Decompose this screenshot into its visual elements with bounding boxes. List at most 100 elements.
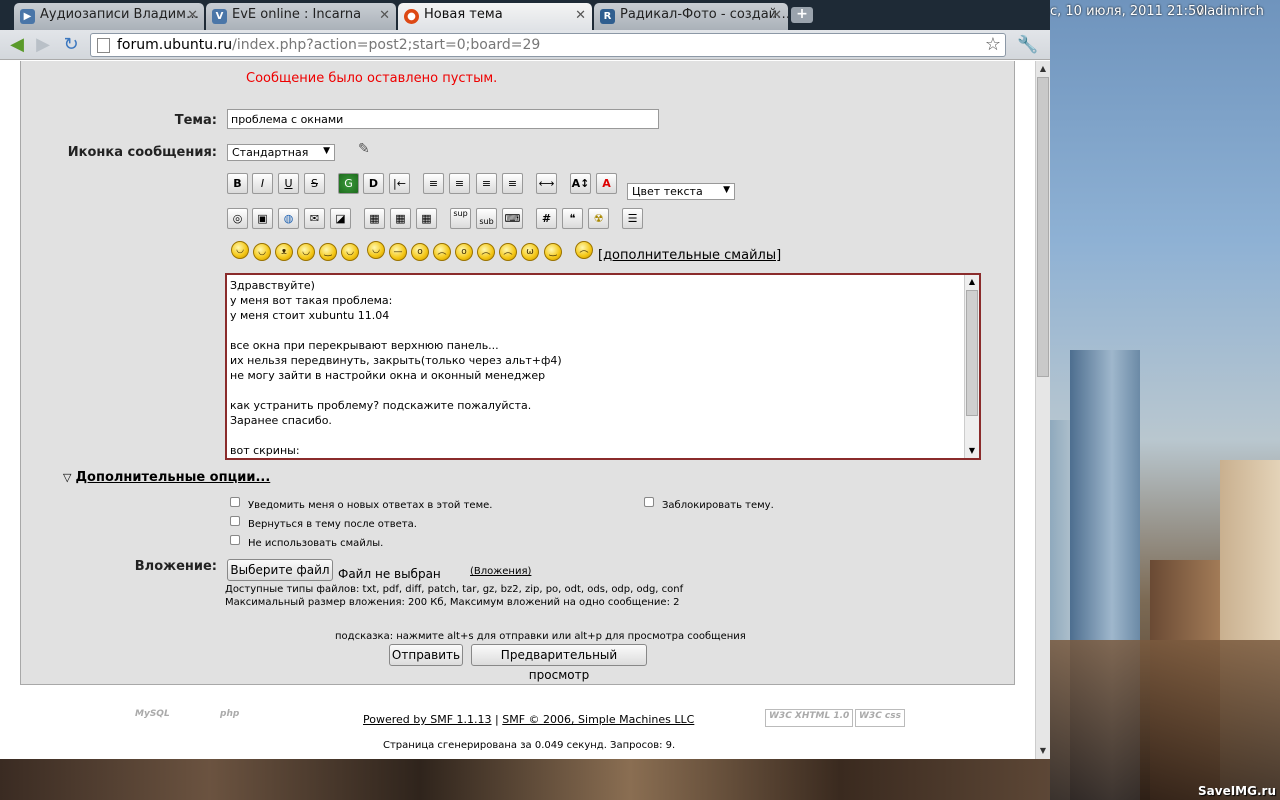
quote-button[interactable]: ❝	[562, 208, 583, 229]
reload-icon[interactable]: ↻	[60, 34, 82, 56]
tab-radikal[interactable]: R Радикал-Фото - создай… ✕	[594, 3, 788, 30]
list-button[interactable]: ☰	[622, 208, 643, 229]
footer-links: Powered by SMF 1.1.13 | SMF © 2006, Simp…	[363, 713, 694, 726]
table-row-button[interactable]: ▦	[390, 208, 411, 229]
return-checkbox[interactable]	[230, 516, 240, 526]
close-tab-icon[interactable]: ✕	[379, 8, 390, 23]
subject-input[interactable]	[227, 109, 659, 129]
mysql-badge[interactable]: MySQL	[135, 709, 170, 727]
tab-title: Аудиозаписи Владим…	[40, 7, 199, 22]
subscript-button[interactable]: sub	[476, 208, 497, 229]
tab-audio[interactable]: ▶ Аудиозаписи Владим… ✕	[14, 3, 204, 30]
tab-title: Радикал-Фото - создай…	[620, 7, 788, 22]
text-color-select[interactable]: Цвет текста ▼	[627, 183, 735, 200]
scroll-up-icon[interactable]: ▲	[965, 275, 979, 289]
wrench-icon[interactable]: 🔧	[1017, 35, 1038, 55]
keyboard-hint: подсказка: нажмите alt+s для отправки ил…	[335, 631, 746, 642]
wallpaper-city	[1050, 640, 1280, 800]
align-left-button[interactable]: ≡	[449, 173, 470, 194]
align-right-button[interactable]: ≡	[502, 173, 523, 194]
smiley-icon[interactable]: ◡	[297, 243, 315, 261]
smiley-icon[interactable]: ◡	[341, 243, 359, 261]
table-button[interactable]: ▦	[364, 208, 385, 229]
notify-checkbox[interactable]	[230, 497, 240, 507]
page-content: Сообщение было оставлено пустым. Тема: И…	[0, 61, 1035, 759]
smiley-icon[interactable]: o	[455, 243, 473, 261]
panel-user[interactable]: vladimirch	[1196, 4, 1264, 19]
collapse-triangle-icon: ▽	[63, 471, 72, 484]
close-tab-icon[interactable]: ✕	[187, 8, 198, 23]
font-face-button[interactable]: A	[596, 173, 617, 194]
attachments-link[interactable]: (Вложения)	[470, 566, 531, 577]
ftp-button[interactable]: ◪	[330, 208, 351, 229]
tab-title: EvE online : Incarna	[232, 7, 362, 22]
back-arrow-icon[interactable]: ◀	[6, 34, 28, 56]
copyright-link[interactable]: SMF © 2006, Simple Machines LLC	[502, 713, 694, 726]
message-icon-select[interactable]: Стандартная ▼	[227, 144, 335, 161]
submit-button[interactable]: Отправить	[389, 644, 463, 666]
smiley-icon[interactable]: o	[411, 243, 429, 261]
more-options-toggle[interactable]: ▽ Дополнительные опции...	[63, 470, 270, 485]
image-button[interactable]: ▣	[252, 208, 273, 229]
dropdown-arrow-icon: ▼	[323, 146, 330, 156]
strike-button[interactable]: S	[304, 173, 325, 194]
php-badge[interactable]: php	[220, 709, 239, 727]
new-tab-button[interactable]: +	[791, 7, 813, 23]
textarea-scrollbar[interactable]: ▲ ▼	[964, 275, 979, 458]
flash-button[interactable]: ◎	[227, 208, 248, 229]
bookmark-star-icon[interactable]: ☆	[985, 34, 1001, 56]
smiley-icon[interactable]: ︵	[575, 241, 593, 259]
spoiler-button[interactable]: ☢	[588, 208, 609, 229]
smiley-icon[interactable]: ︵	[477, 243, 495, 261]
scroll-thumb[interactable]	[1037, 77, 1049, 377]
tab-eve[interactable]: V EvE online : Incarna ✕	[206, 3, 396, 30]
address-bar[interactable]: forum.ubuntu.ru/index.php?action=post2;s…	[90, 33, 1006, 57]
close-tab-icon[interactable]: ✕	[575, 8, 586, 23]
font-size-button[interactable]: A↕	[570, 173, 591, 194]
smiley-icon[interactable]: ‿	[544, 243, 562, 261]
code-button[interactable]: #	[536, 208, 557, 229]
align-center-button[interactable]: ≡	[476, 173, 497, 194]
lock-checkbox[interactable]	[644, 497, 654, 507]
table-cell-button[interactable]: ▦	[416, 208, 437, 229]
panel-clock[interactable]: с, 10 июля, 2011 21:50	[1050, 4, 1205, 19]
smiley-icon[interactable]: ◡	[231, 241, 249, 259]
close-tab-icon[interactable]: ✕	[771, 8, 782, 23]
page-scrollbar[interactable]: ▲ ▼	[1035, 61, 1050, 759]
smiley-icon[interactable]: ︵	[433, 243, 451, 261]
scroll-down-icon[interactable]: ▼	[965, 444, 979, 458]
pre-button[interactable]: ≡	[423, 173, 444, 194]
teletype-button[interactable]: ⌨	[502, 208, 523, 229]
email-button[interactable]: ✉	[304, 208, 325, 229]
more-smileys-link[interactable]: [дополнительные смайлы]	[598, 248, 781, 263]
smiley-icon[interactable]: ᴥ	[275, 243, 293, 261]
smiley-icon[interactable]: ‿	[319, 243, 337, 261]
glow-button[interactable]: G	[338, 173, 359, 194]
powered-by-link[interactable]: Powered by SMF 1.1.13	[363, 713, 492, 726]
smiley-icon[interactable]: —	[389, 243, 407, 261]
scroll-down-icon[interactable]: ▼	[1036, 744, 1050, 758]
choose-file-button[interactable]: Выберите файл	[227, 559, 333, 581]
css-badge[interactable]: W3C css	[855, 709, 905, 727]
xhtml-badge[interactable]: W3C XHTML 1.0	[765, 709, 854, 727]
shadow-button[interactable]: D	[363, 173, 384, 194]
smiley-icon[interactable]: ︵	[499, 243, 517, 261]
desktop-wallpaper: с, 10 июля, 2011 21:50 vladimirch SaveIM…	[1050, 0, 1280, 800]
smiley-icon[interactable]: ◡	[367, 241, 385, 259]
tab-new-topic[interactable]: ● Новая тема ✕	[398, 3, 592, 30]
url-button[interactable]: ◍	[278, 208, 299, 229]
no-smileys-checkbox[interactable]	[230, 535, 240, 545]
superscript-button[interactable]: sup	[450, 208, 471, 229]
hr-button[interactable]: ⟷	[536, 173, 557, 194]
underline-button[interactable]: U	[278, 173, 299, 194]
scroll-up-icon[interactable]: ▲	[1036, 62, 1050, 76]
italic-button[interactable]: I	[252, 173, 273, 194]
forward-arrow-icon[interactable]: ▶	[32, 34, 54, 56]
move-button[interactable]: |←	[389, 173, 410, 194]
message-textarea[interactable]: Здравствуйте) у меня вот такая проблема:…	[225, 273, 981, 460]
smiley-icon[interactable]: ω	[521, 243, 539, 261]
bold-button[interactable]: B	[227, 173, 248, 194]
preview-button[interactable]: Предварительный просмотр	[471, 644, 647, 682]
smiley-icon[interactable]: ◡	[253, 243, 271, 261]
scroll-thumb[interactable]	[966, 290, 978, 416]
